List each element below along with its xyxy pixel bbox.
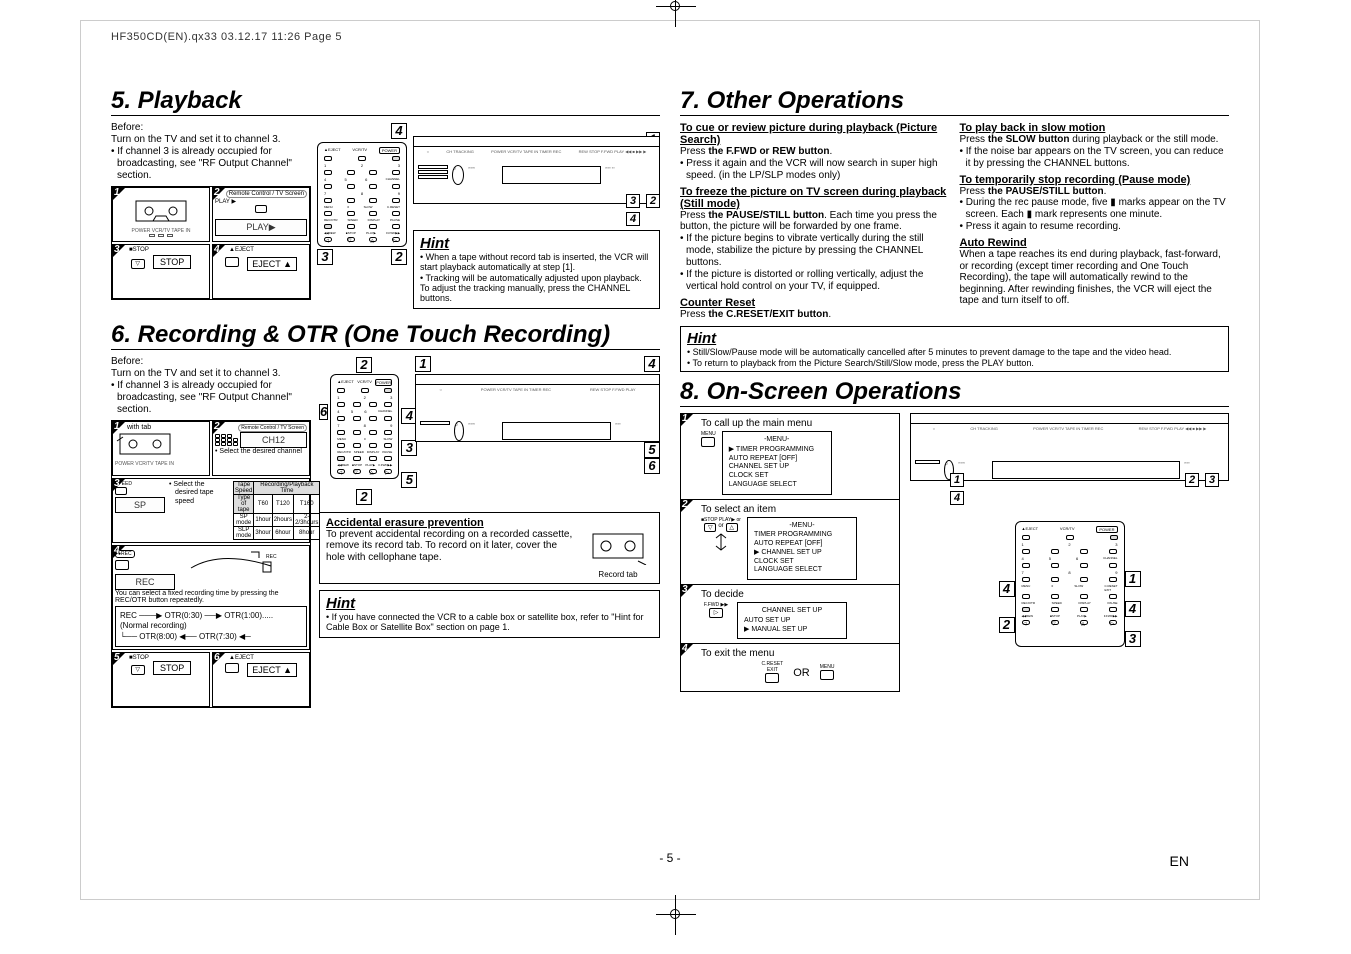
- s5-step2: 2 Remote Control / TV Screen PLAY ▶ PLAY…: [212, 187, 310, 242]
- vcr-front-icon: ○CH TRACKINGPOWER VCR/TV TAPE IN TIMER R…: [910, 413, 1229, 481]
- s5-step3: 3 ■STOP ▽ STOP: [112, 244, 210, 299]
- cassette-icon: [115, 431, 175, 459]
- cassette-tab-icon: [588, 529, 648, 565]
- s8-step1: 1 To call up the main menu MENU -MENU- ▶…: [680, 413, 900, 500]
- section-6-title: 6. Recording & OTR (One Touch Recording): [111, 321, 660, 350]
- remote-icon: ▲EJECTVCR/TVPOWER 123 456CHANNEL 789 MEN…: [330, 374, 399, 479]
- accidental-erasure: Accidental erasure prevention To prevent…: [319, 512, 660, 584]
- s6-remote: 2 6 ▲EJECTVCR/TVPOWER 123 456CHANNEL: [319, 356, 409, 506]
- doc-header: HF350CD(EN).qx33 03.12.17 11:26 Page 5: [111, 31, 1229, 43]
- s6-step6: 6 ▲EJECT EJECT ▲: [212, 652, 310, 707]
- s7-hint: Hint • Still/Slow/Pause mode will be aut…: [680, 326, 1229, 372]
- s5-before-note: • If channel 3 is already occupied for b…: [111, 146, 311, 182]
- vcr-front-icon: ○CH TRACKINGPOWER VCR/TV TAPE IN TIMER R…: [413, 136, 660, 204]
- s8-step3: 3 To decide F.FWD ▶▶▷ CHANNEL SET UP AUT…: [680, 585, 900, 644]
- s6-step1: 1 with tab POWER VCR/TV TAPE IN: [112, 421, 210, 476]
- section-7-title: 7. Other Operations: [680, 87, 1229, 116]
- s6-before-note: • If channel 3 is already occupied for b…: [111, 380, 311, 416]
- s6-step3: 3 SPEED SP • Select the desired tape spe…: [112, 478, 310, 543]
- s5-step1: 1 POWER VCR/TV TAPE IN: [112, 187, 210, 242]
- svg-text:REC: REC: [266, 554, 277, 560]
- page-number: - 5 -: [659, 851, 680, 865]
- remote-icon: ▲EJECTVCR/TVPOWER 123 456CHANNEL 789 MEN…: [1015, 521, 1125, 647]
- lang-label: EN: [1170, 853, 1189, 869]
- tape-speed-table: Tape SpeedRecording/Playback Time Type o…: [233, 481, 320, 540]
- s5-vcr-col: 1 ○CH TRACKINGPOWER VCR/TV TAPE IN TIMER…: [413, 122, 660, 309]
- left-column: 5. Playback Before: Turn on the TV and s…: [111, 83, 660, 708]
- vcr-front-icon: ○POWER VCR/TV TAPE IN TIMER RECREW STOP …: [415, 374, 660, 442]
- s6-before: Before: Turn on the TV and set it to cha…: [111, 356, 311, 380]
- menu-screen: -MENU- TIMER PROGRAMMING AUTO REPEAT [OF…: [747, 517, 857, 581]
- updown-arrow-icon: [706, 532, 736, 552]
- s5-step4: 4 ▲EJECT EJECT ▲: [212, 244, 310, 299]
- section-5-title: 5. Playback: [111, 87, 660, 116]
- menu-screen: CHANNEL SET UP AUTO SET UP ▶ MANUAL SET …: [737, 602, 847, 639]
- crop-mark: [670, 909, 680, 919]
- rec-led-icon: REC: [181, 548, 281, 574]
- s6-step4: 4 ●REC REC REC: [112, 545, 310, 650]
- s8-diagrams: ○CH TRACKINGPOWER VCR/TV TAPE IN TIMER R…: [910, 413, 1229, 692]
- s5-hint-box: Hint • When a tape without record tab is…: [413, 230, 660, 309]
- section-8-title: 8. On-Screen Operations: [680, 378, 1229, 407]
- remote-icon: ▲EJECTVCR/TVPOWER 123 456CHANNEL 789 MEN…: [317, 142, 407, 247]
- s6-step5: 5 ■STOP ▽ STOP: [112, 652, 210, 707]
- s5-remote: 4 ▲EJECTVCR/TVPOWER 123 456CHANNEL 789 M…: [317, 122, 407, 309]
- crop-mark: [670, 1, 680, 11]
- cassette-icon: [131, 196, 191, 226]
- s5-before: Before: Turn on the TV and set it to cha…: [111, 122, 311, 146]
- menu-screen: -MENU- ▶ TIMER PROGRAMMING AUTO REPEAT […: [722, 431, 832, 495]
- s8-step2: 2 To select an item ■STOP PLAY▶ or ▽or△ …: [680, 500, 900, 586]
- s6-step2: 2 Remote Control / TV Screen CH12 •: [212, 421, 310, 476]
- page: HF350CD(EN).qx33 03.12.17 11:26 Page 5 5…: [80, 20, 1260, 900]
- s8-step4: 4 To exit the menu C.RESETEXIT OR MENU: [680, 644, 900, 692]
- right-column: 7. Other Operations To cue or review pic…: [680, 83, 1229, 708]
- s6-hint: Hint • If you have connected the VCR to …: [319, 590, 660, 638]
- s8-steps: 1 To call up the main menu MENU -MENU- ▶…: [680, 413, 900, 692]
